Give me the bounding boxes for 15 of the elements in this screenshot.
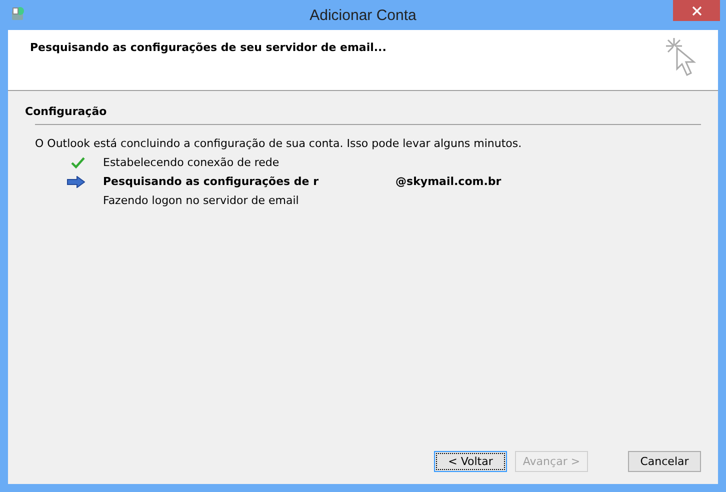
arrow-icon [67, 176, 85, 188]
section-title: Configuração [25, 105, 107, 118]
status-message: O Outlook está concluindo a configuração de sua conta. Isso pode levar alguns minutos. [34, 137, 522, 150]
dialog-button[interactable]: < Voltar [434, 451, 507, 472]
step-text: Estabelecendo conexão de rede [103, 156, 280, 169]
step-text: Fazendo logon no servidor de email [103, 194, 299, 207]
check-icon [71, 156, 85, 168]
close-icon [692, 6, 702, 16]
window-title: Adicionar Conta [310, 6, 416, 24]
step-text: @skymail.com.br [396, 175, 502, 188]
header-title: Pesquisando as configurações de seu servidor de email... [30, 41, 386, 54]
app-icon [10, 6, 26, 22]
dialog-button[interactable]: Cancelar [628, 451, 701, 472]
close-button[interactable] [673, 0, 720, 21]
step-text: Pesquisando as configurações de r [103, 175, 319, 188]
